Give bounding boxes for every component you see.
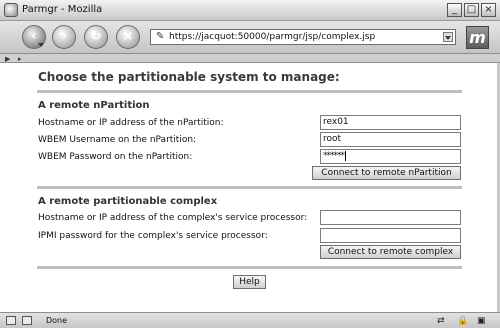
ipmi-password-input[interactable]	[320, 228, 461, 243]
reload-icon: ↻	[90, 29, 102, 44]
online-status-icon: ▣	[477, 316, 486, 326]
wbem-username-input[interactable]: root	[320, 132, 461, 147]
stop-button[interactable]: ×	[116, 25, 140, 49]
mail-icon[interactable]	[6, 316, 16, 325]
text-cursor	[345, 151, 346, 161]
complex-hostname-label: Hostname or IP address of the complex's …	[38, 213, 308, 223]
back-history-dropdown-icon[interactable]	[38, 43, 44, 47]
wbem-password-label: WBEM Password on the nPartition:	[38, 152, 193, 162]
tab-scroll-icon[interactable]: ▸	[18, 55, 22, 63]
npartition-hostname-input[interactable]: rex01	[320, 115, 461, 130]
help-button[interactable]: Help	[233, 275, 266, 289]
status-bar: Done ⇄ 🔒 ▣	[0, 312, 500, 328]
divider	[37, 266, 462, 269]
composer-icon[interactable]	[22, 316, 32, 325]
page-content: Choose the partitionable system to manag…	[0, 63, 497, 312]
back-arrow-icon: ‹	[31, 29, 37, 44]
stop-icon: ×	[122, 29, 134, 44]
title-bar: Parmgr - Mozilla _ □ ×	[0, 0, 500, 21]
divider	[37, 90, 462, 93]
status-text: Done	[46, 316, 68, 325]
ipmi-password-label: IPMI password for the complex's service …	[38, 231, 268, 241]
npartition-section-title: A remote nPartition	[38, 100, 150, 111]
connect-npartition-button[interactable]: Connect to remote nPartition	[312, 166, 461, 180]
security-lock-icon[interactable]: 🔒	[457, 316, 468, 326]
page-heading: Choose the partitionable system to manag…	[38, 70, 340, 84]
url-text[interactable]: https://jacquot:50000/parmgr/jsp/complex…	[169, 32, 375, 42]
sidebar-tab-strip: ▶ ▸	[0, 54, 500, 63]
complex-section-title: A remote partitionable complex	[38, 196, 218, 207]
connection-icon: ⇄	[437, 316, 445, 326]
password-mask: ******	[323, 151, 345, 161]
close-button[interactable]: ×	[481, 3, 496, 17]
mozilla-logo[interactable]: m	[466, 26, 489, 49]
window-title: Parmgr - Mozilla	[22, 4, 103, 15]
reload-button[interactable]: ↻	[84, 25, 108, 49]
mozilla-icon	[4, 3, 18, 17]
minimize-button[interactable]: _	[447, 3, 462, 17]
wbem-username-label: WBEM Username on the nPartition:	[38, 135, 197, 145]
page-icon: ✎	[156, 31, 165, 42]
forward-arrow-icon: ›	[61, 29, 67, 44]
browser-window: Parmgr - Mozilla _ □ × ‹ › ↻ × ✎ https:/…	[0, 0, 500, 328]
sidebar-toggle-icon[interactable]: ▶	[5, 55, 10, 63]
complex-hostname-input[interactable]	[320, 210, 461, 225]
url-history-dropdown[interactable]	[443, 32, 453, 42]
wbem-password-input[interactable]: ******	[320, 149, 461, 164]
connect-complex-button[interactable]: Connect to remote complex	[320, 245, 461, 259]
forward-button[interactable]: ›	[52, 25, 76, 49]
npartition-hostname-label: Hostname or IP address of the nPartition…	[38, 118, 224, 128]
navigation-toolbar: ‹ › ↻ × ✎ https://jacquot:50000/parmgr/j…	[0, 21, 500, 54]
maximize-button[interactable]: □	[464, 3, 479, 17]
url-bar[interactable]: ✎ https://jacquot:50000/parmgr/jsp/compl…	[150, 29, 456, 45]
divider	[37, 186, 462, 189]
